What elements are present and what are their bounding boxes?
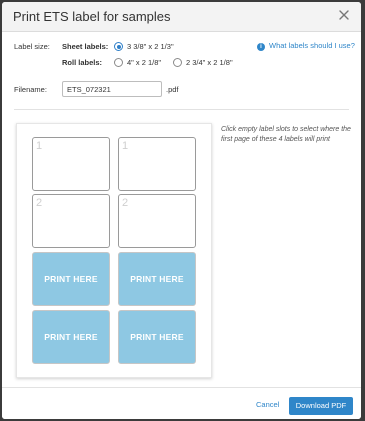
divider — [14, 109, 349, 110]
option-label-roll-2-3-4: 2 3/4" x 2 1/8" — [186, 58, 233, 67]
slot-number: 1 — [122, 140, 129, 152]
filename-input[interactable]: ETS_072321 — [62, 81, 162, 97]
label-slot-print[interactable]: PRINT HERE — [32, 310, 110, 364]
print-label-dialog: Print ETS label for samples Label size: … — [2, 2, 361, 419]
label-slot-print[interactable]: PRINT HERE — [32, 252, 110, 306]
download-pdf-button[interactable]: Download PDF — [289, 397, 353, 415]
label-slot-used: 2 — [118, 194, 196, 248]
print-here-text: PRINT HERE — [35, 255, 107, 303]
option-label-sheet-3-3-8: 3 3/8" x 2 1/3" — [127, 42, 174, 51]
label-slot-used: 1 — [32, 137, 110, 191]
help-link[interactable]: i What labels should I use? — [257, 41, 355, 51]
help-link-text: What labels should I use? — [269, 41, 355, 50]
dialog-header: Print ETS label for samples — [2, 2, 361, 32]
print-here-text: PRINT HERE — [121, 255, 193, 303]
roll-labels-label: Roll labels: — [62, 58, 103, 67]
close-icon[interactable] — [337, 8, 351, 22]
radio-roll-4[interactable] — [114, 58, 123, 67]
dialog-title: Print ETS label for samples — [13, 9, 171, 24]
label-slot-print[interactable]: PRINT HERE — [118, 252, 196, 306]
slot-instruction: Click empty label slots to select where … — [221, 126, 351, 143]
sheet-labels-label: Sheet labels: — [62, 42, 109, 51]
info-icon: i — [257, 43, 265, 51]
filename-label: Filename: — [14, 85, 47, 94]
slot-number: 2 — [122, 197, 129, 209]
slot-number: 2 — [36, 197, 43, 209]
radio-sheet-3-3-8[interactable] — [114, 42, 123, 51]
label-slot-used: 2 — [32, 194, 110, 248]
slot-number: 1 — [36, 140, 43, 152]
file-extension: .pdf — [166, 85, 179, 94]
cancel-button[interactable]: Cancel — [256, 400, 279, 409]
label-slot-print[interactable]: PRINT HERE — [118, 310, 196, 364]
print-here-text: PRINT HERE — [35, 313, 107, 361]
label-sheet-preview: 1 1 2 2 PRINT HERE PRINT HERE PRINT HERE… — [16, 123, 212, 378]
radio-roll-2-3-4[interactable] — [173, 58, 182, 67]
dialog-footer: Cancel Download PDF — [2, 387, 361, 419]
label-slot-used: 1 — [118, 137, 196, 191]
label-size-label: Label size: — [14, 42, 50, 51]
print-here-text: PRINT HERE — [121, 313, 193, 361]
option-label-roll-4: 4" x 2 1/8" — [127, 58, 162, 67]
